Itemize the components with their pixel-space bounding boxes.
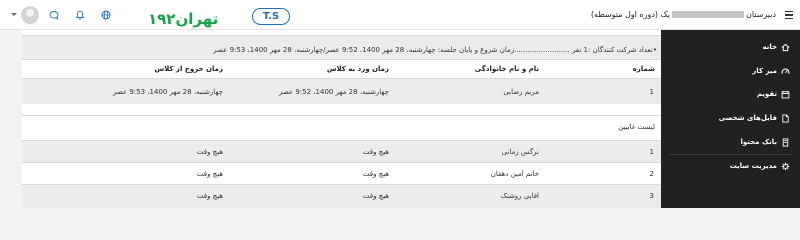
sidebar-item-label: خانه bbox=[762, 43, 777, 51]
globe-icon[interactable] bbox=[100, 9, 111, 20]
logo-text: تهران۱۹۲ bbox=[148, 10, 219, 28]
course-title-start: دبیرستان bbox=[745, 10, 776, 19]
absentee-entry-time: هیچ وقت bbox=[362, 192, 389, 200]
sidebar-item-label: میز کار bbox=[752, 67, 777, 75]
attendee-entry-time: چهارشنبه، 28 مهر 1400، 9:52 عصر bbox=[278, 88, 389, 96]
main-content: •تعداد شرکت کنندگان :1 نفر .............… bbox=[22, 30, 661, 208]
absentee-number: 1 bbox=[649, 148, 654, 156]
table-row: 1 نرگس زمانی هیچ وقت هیچ وقت bbox=[22, 140, 661, 162]
redacted-block bbox=[671, 11, 744, 18]
col-exit-header: زمان خروج از کلاس bbox=[154, 65, 223, 73]
table-row: 1 مریم رضایی چهارشنبه، 28 مهر 1400، 9:52… bbox=[22, 78, 661, 104]
absentee-name: خانم امین دهقان bbox=[490, 170, 539, 178]
table-row: 3 افاپی روشنک هیچ وقت هیچ وقت bbox=[22, 184, 661, 208]
sidebar-item-label: تقویم bbox=[756, 90, 777, 98]
absentee-number: 2 bbox=[649, 170, 654, 178]
course-title-end: یک (دوره اول متوسطه) bbox=[590, 10, 670, 19]
attendee-name: مریم رضایی bbox=[503, 88, 539, 96]
sidebar-item-calendar[interactable]: تقویم bbox=[661, 84, 800, 104]
sidebar-item-private-files[interactable]: فایل‌های شخصی bbox=[661, 108, 800, 128]
logo-badge: T.S bbox=[252, 8, 290, 25]
file-icon bbox=[782, 113, 789, 123]
sidebar: خانه میز کار تقویم فایل‌های شخصی بانک مح… bbox=[661, 30, 800, 208]
table-row: 2 خانم امین دهقان هیچ وقت هیچ وقت bbox=[22, 162, 661, 184]
attendee-exit-time: چهارشنبه، 28 مهر 1400، 9:53 عصر bbox=[112, 88, 223, 96]
absentee-name: نرگس زمانی bbox=[501, 148, 539, 156]
absentee-entry-time: هیچ وقت bbox=[362, 148, 389, 156]
sidebar-item-label: مدیریت سایت bbox=[729, 162, 777, 170]
user-avatar[interactable] bbox=[21, 6, 39, 24]
absentee-name: افاپی روشنک bbox=[500, 192, 539, 200]
session-info-bar: •تعداد شرکت کنندگان :1 نفر .............… bbox=[22, 35, 661, 60]
sidebar-item-home[interactable]: خانه bbox=[661, 37, 800, 57]
sidebar-item-content-bank[interactable]: بانک محتوا bbox=[661, 132, 800, 152]
sidebar-item-site-admin[interactable]: مدیریت سایت bbox=[661, 156, 800, 176]
home-icon bbox=[781, 43, 790, 51]
gear-icon bbox=[781, 162, 790, 170]
session-info: •تعداد شرکت کنندگان :1 نفر .............… bbox=[213, 46, 657, 54]
dashboard-icon bbox=[781, 68, 790, 74]
course-title[interactable]: دبیرستان یک (دوره اول متوسطه) bbox=[591, 10, 776, 19]
top-navbar: دبیرستان یک (دوره اول متوسطه) تهران۱۹۲ T.… bbox=[0, 0, 800, 30]
section-divider bbox=[22, 115, 661, 116]
absentees-title: لیست غایبین bbox=[618, 123, 655, 131]
sidebar-item-label: فایل‌های شخصی bbox=[718, 114, 777, 122]
absentee-number: 3 bbox=[649, 192, 654, 200]
sidebar-divider bbox=[669, 154, 792, 155]
calendar-icon bbox=[781, 90, 790, 98]
absentee-exit-time: هیچ وقت bbox=[196, 170, 223, 178]
content-bank-icon bbox=[782, 137, 789, 147]
site-logo[interactable]: تهران۱۹۲ T.S bbox=[148, 8, 290, 28]
chat-icon[interactable] bbox=[48, 9, 59, 20]
absentee-exit-time: هیچ وقت bbox=[196, 148, 223, 156]
bell-icon[interactable] bbox=[74, 9, 85, 20]
absentee-entry-time: هیچ وقت bbox=[362, 170, 389, 178]
col-entry-header: زمان ورد به کلاس bbox=[326, 65, 389, 73]
absentees-title-row: لیست غایبین bbox=[22, 124, 661, 134]
chevron-down-icon[interactable] bbox=[11, 13, 17, 16]
col-name-header: نام و نام خانوادگی bbox=[474, 65, 539, 73]
sidebar-item-label: بانک محتوا bbox=[740, 138, 777, 146]
attendee-number: 1 bbox=[649, 88, 654, 96]
absentee-exit-time: هیچ وقت bbox=[196, 192, 223, 200]
col-number-header: شماره bbox=[632, 65, 655, 73]
sidebar-item-dashboard[interactable]: میز کار bbox=[661, 61, 800, 81]
menu-toggle-button[interactable] bbox=[778, 0, 800, 30]
